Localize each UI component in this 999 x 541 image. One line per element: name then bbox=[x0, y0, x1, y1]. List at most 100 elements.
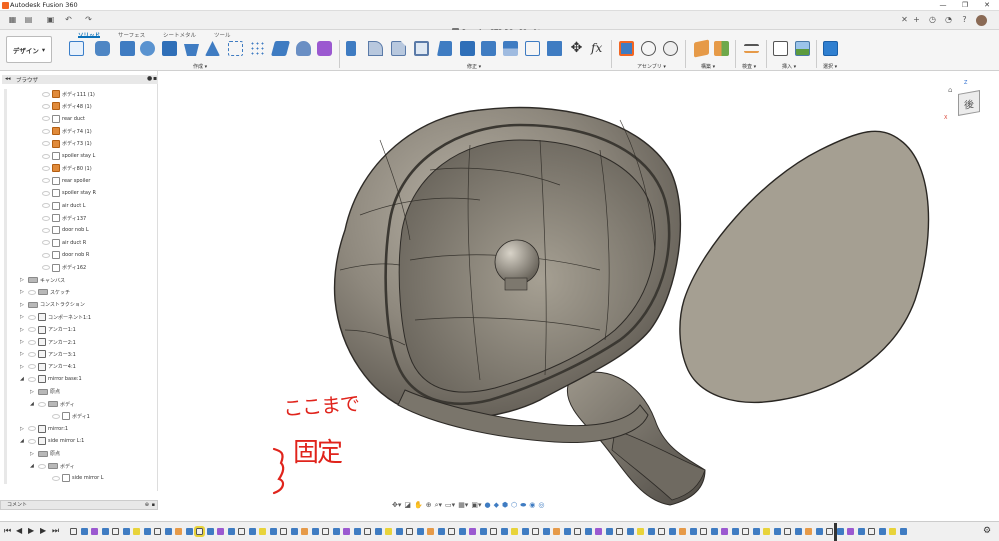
timeline-feature-icon[interactable] bbox=[679, 528, 686, 535]
visibility-eye-icon[interactable] bbox=[28, 426, 36, 432]
visibility-eye-icon[interactable] bbox=[28, 376, 36, 382]
timeline-feature-icon[interactable] bbox=[185, 528, 193, 535]
inspect-group-label[interactable]: 検査 ▾ bbox=[742, 63, 756, 70]
insert-derive-icon[interactable] bbox=[773, 41, 788, 56]
timeline-feature-icon[interactable] bbox=[542, 528, 550, 535]
tab-tools[interactable]: ツール bbox=[214, 31, 231, 39]
timeline-feature-icon[interactable] bbox=[374, 528, 382, 535]
timeline-feature-icon[interactable] bbox=[752, 528, 760, 535]
timeline-feature-icon[interactable] bbox=[238, 528, 245, 535]
timeline-last-icon[interactable]: ⏭ bbox=[52, 526, 59, 536]
timeline-marker[interactable] bbox=[834, 523, 837, 541]
browser-tree-item[interactable]: ◢ side mirror L:1 bbox=[20, 436, 84, 446]
measure-icon[interactable] bbox=[744, 44, 759, 53]
visibility-eye-icon[interactable] bbox=[28, 351, 36, 357]
timeline-feature-icon[interactable] bbox=[311, 528, 319, 535]
expand-down-icon[interactable]: ◢ bbox=[30, 463, 36, 469]
visibility-eye-icon[interactable] bbox=[42, 116, 50, 122]
split-face-icon[interactable] bbox=[503, 41, 518, 56]
as-built-joint-icon[interactable] bbox=[663, 41, 678, 56]
timeline-feature-icon[interactable] bbox=[658, 528, 665, 535]
visibility-eye-icon[interactable] bbox=[28, 438, 36, 444]
browser-tree-item[interactable]: ▷ アンカー2:1 bbox=[20, 337, 76, 347]
expand-down-icon[interactable]: ◢ bbox=[20, 376, 26, 382]
create-base-feature-icon[interactable] bbox=[317, 41, 332, 56]
timeline-feature-icon[interactable] bbox=[500, 528, 508, 535]
visibility-eye-icon[interactable] bbox=[42, 240, 50, 246]
timeline-feature-icon[interactable] bbox=[899, 528, 907, 535]
timeline-feature-icon[interactable] bbox=[490, 528, 497, 535]
visibility-eye-icon[interactable] bbox=[42, 165, 50, 171]
visibility-eye-icon[interactable] bbox=[42, 265, 50, 271]
add-comment-icon[interactable]: ⊕ bbox=[145, 501, 149, 510]
visibility-eye-icon[interactable] bbox=[42, 178, 50, 184]
timeline-feature-icon[interactable] bbox=[532, 528, 539, 535]
timeline-feature-icon[interactable] bbox=[521, 528, 529, 535]
timeline-feature-icon[interactable] bbox=[227, 528, 235, 535]
pan-icon[interactable]: ✋ bbox=[414, 501, 423, 509]
expand-right-icon[interactable]: ▷ bbox=[20, 364, 26, 370]
create-sketch-icon[interactable] bbox=[69, 41, 84, 56]
timeline-feature-icon[interactable] bbox=[689, 528, 697, 535]
timeline-feature-icon[interactable] bbox=[574, 528, 581, 535]
visibility-eye-icon[interactable] bbox=[52, 475, 60, 481]
chamfer-icon[interactable] bbox=[391, 41, 406, 56]
zoom-icon[interactable]: ⊕ bbox=[426, 501, 432, 509]
select-arrow-icon[interactable] bbox=[823, 41, 838, 56]
timeline-feature-icon[interactable] bbox=[416, 528, 424, 535]
expand-right-icon[interactable]: ▷ bbox=[20, 339, 26, 345]
expand-right-icon[interactable]: ▷ bbox=[30, 389, 36, 395]
create-form-icon[interactable] bbox=[95, 41, 110, 56]
thicken-icon[interactable] bbox=[296, 41, 311, 56]
browser-tree-item[interactable]: ボディ137 bbox=[42, 213, 86, 223]
zoom-window-icon[interactable]: ⌕▾ bbox=[435, 501, 442, 510]
timeline-feature-icon[interactable] bbox=[605, 528, 613, 535]
timeline-feature-icon[interactable] bbox=[805, 528, 812, 535]
timeline-feature-icon[interactable] bbox=[175, 528, 182, 535]
expand-right-icon[interactable]: ▷ bbox=[20, 314, 26, 320]
visibility-eye-icon[interactable] bbox=[38, 401, 46, 407]
timeline-feature-icon[interactable] bbox=[269, 528, 277, 535]
timeline-feature-icon[interactable] bbox=[553, 528, 560, 535]
collapse-panel-icon[interactable]: ◂◂ bbox=[5, 76, 11, 82]
construct-group-label[interactable]: 構築 ▾ bbox=[701, 63, 715, 70]
render-icon-3[interactable]: ⬢ bbox=[502, 501, 508, 509]
select-group-label[interactable]: 選択 ▾ bbox=[823, 63, 837, 70]
expand-right-icon[interactable]: ▷ bbox=[20, 277, 26, 283]
timeline-feature-icon[interactable] bbox=[194, 526, 205, 537]
timeline-feature-icon[interactable] bbox=[616, 528, 623, 535]
move-copy-icon[interactable]: ✥ bbox=[569, 41, 584, 56]
browser-tree-item[interactable]: rear spoiler bbox=[42, 176, 90, 186]
expand-right-icon[interactable]: ▷ bbox=[20, 302, 26, 308]
timeline-feature-icon[interactable] bbox=[584, 528, 592, 535]
render-icon-1[interactable]: ● bbox=[484, 501, 490, 509]
new-tab-icon[interactable]: + bbox=[910, 14, 923, 26]
press-pull-icon[interactable] bbox=[346, 41, 356, 56]
timeline-feature-icon[interactable] bbox=[154, 528, 161, 535]
viewcube-face[interactable]: 後 bbox=[958, 90, 980, 116]
pin-icon[interactable]: ▪ bbox=[152, 501, 155, 510]
timeline-feature-icon[interactable] bbox=[280, 528, 287, 535]
timeline-feature-icon[interactable] bbox=[731, 528, 739, 535]
browser-tree-item[interactable]: ▷ アンカー4:1 bbox=[20, 362, 76, 372]
visibility-eye-icon[interactable] bbox=[42, 215, 50, 221]
timeline-feature-icon[interactable] bbox=[826, 528, 833, 535]
expand-right-icon[interactable]: ▷ bbox=[20, 426, 26, 432]
render-icon-2[interactable]: ◆ bbox=[494, 501, 499, 509]
timeline-feature-icon[interactable] bbox=[469, 528, 476, 535]
display-settings-icon[interactable]: ▭▾ bbox=[445, 501, 455, 509]
timeline-feature-icon[interactable] bbox=[784, 528, 791, 535]
timeline-feature-icon[interactable] bbox=[332, 528, 340, 535]
visibility-eye-icon[interactable] bbox=[28, 289, 36, 295]
timeline-feature-icon[interactable] bbox=[80, 528, 88, 535]
timeline-feature-icon[interactable] bbox=[70, 528, 77, 535]
browser-tree-item[interactable]: spoiler stay R bbox=[42, 188, 96, 198]
browser-tree-item[interactable]: ▷ キャンバス bbox=[20, 275, 65, 285]
mirror-icon[interactable] bbox=[270, 41, 291, 56]
timeline-feature-icon[interactable] bbox=[353, 528, 361, 535]
midplane-icon[interactable] bbox=[714, 41, 729, 56]
timeline-feature-icon[interactable] bbox=[700, 528, 707, 535]
timeline-feature-icon[interactable] bbox=[458, 528, 466, 535]
browser-tree-item[interactable]: ▷ アンカー1:1 bbox=[20, 325, 76, 335]
redo-icon[interactable]: ↷ bbox=[82, 14, 95, 26]
